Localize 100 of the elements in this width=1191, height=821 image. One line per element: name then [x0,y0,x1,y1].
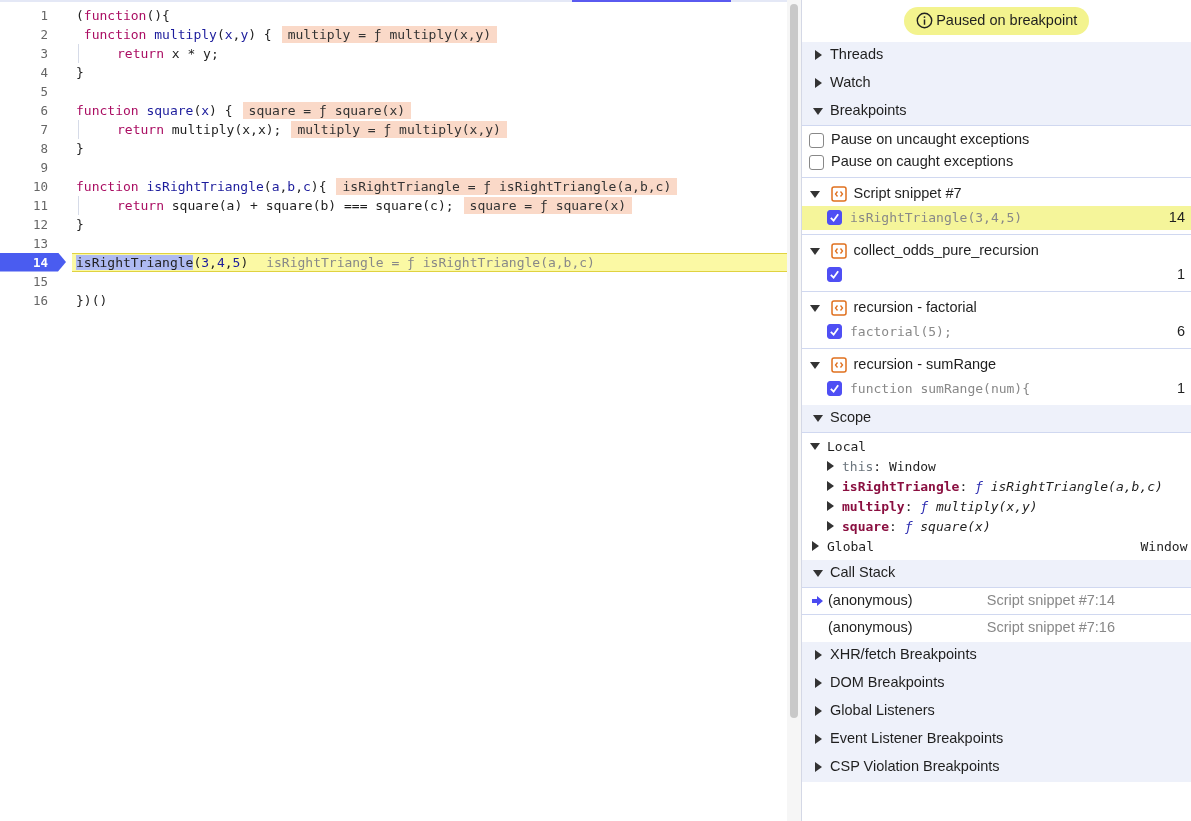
disclosure-triangle-icon[interactable] [812,49,824,62]
inline-value: isRightTriangle = ƒ isRightTriangle(a,b,c) [265,253,596,271]
line-number: 12 [31,215,49,234]
scope-value: Window [1140,537,1188,556]
script-file-icon [830,185,847,202]
info-icon [915,12,933,30]
disclosure-triangle-icon[interactable] [809,540,821,553]
section-header[interactable]: Call Stack [802,559,1191,588]
disclosure-triangle-icon[interactable] [812,77,824,90]
section-header[interactable]: Scope [802,404,1191,433]
section-title: Scope [830,408,872,428]
script-file-icon [830,356,847,373]
inline-value: isRightTriangle = ƒ isRightTriangle(a,b,c) [336,177,678,195]
code-line: return multiply(x,x); [117,120,282,139]
code-line: (function(){ [76,6,170,25]
frame-name: (anonymous) [828,618,913,638]
line-number: 7 [39,120,49,139]
line-number: 11 [31,196,49,215]
disclosure-triangle-icon[interactable] [824,480,836,493]
scope-variable[interactable]: square: ƒ square(x) [842,516,991,536]
disclosure-triangle-icon[interactable] [812,705,824,718]
inline-value: multiply = ƒ multiply(x,y) [281,25,498,43]
scope-variable[interactable]: this: Window [842,456,936,476]
section-title: Breakpoints [830,101,907,121]
line-number: 8 [39,139,49,158]
section-header[interactable]: Watch [802,69,1191,98]
frame-name: (anonymous) [828,590,913,610]
disclosure-triangle-icon[interactable] [824,500,836,513]
section-title: CSP Violation Breakpoints [830,757,1000,777]
script-file-icon [830,299,847,316]
section-title: Global Listeners [830,701,935,721]
code-line: function multiply(x,y) { [82,25,272,44]
file-name: recursion - factorial [853,297,977,317]
file-name: recursion - sumRange [853,354,997,374]
inline-value: multiply = ƒ multiply(x,y) [291,120,507,138]
section-header[interactable]: CSP Violation Breakpoints [802,753,1191,782]
line-number: 9 [39,158,49,177]
section-title: XHR/fetch Breakpoints [830,645,977,665]
section-title: Event Listener Breakpoints [830,729,1004,749]
checkbox[interactable] [809,154,824,170]
call-frame[interactable]: (anonymous) Script snippet #7:16 [802,614,1191,642]
code-line: function isRightTriangle(a,b,c){ [76,177,327,196]
line-number: 2 [39,25,49,44]
section-header[interactable]: XHR/fetch Breakpoints [802,641,1191,670]
breakpoint-code: function sumRange(num){ [850,380,1031,398]
disclosure-triangle-icon[interactable] [812,761,824,774]
checkbox[interactable] [827,267,842,283]
code-line: return x * y; [117,44,219,63]
call-frame[interactable]: (anonymous) Script snippet #7:14 [802,587,1191,615]
line-number: 1 [1176,378,1185,398]
frame-location: Script snippet #7:16 [986,618,1115,638]
inline-value: square = ƒ square(x) [242,101,412,119]
breakpoint-item[interactable]: factorial(5); 6 [802,319,1191,344]
code-line: function square(x) { [76,101,233,120]
checkbox[interactable] [827,381,842,397]
checkbox[interactable] [809,132,824,148]
scope-variable[interactable]: multiply: ƒ multiply(x,y) [842,496,1038,516]
line-number: 10 [31,177,49,196]
checkbox[interactable] [827,324,842,340]
option-label: Pause on caught exceptions [831,152,1014,172]
file-name: Script snippet #7 [853,183,962,203]
code-line: })() [76,291,108,310]
scrollbar-thumb[interactable] [790,4,798,718]
line-number: 1 [39,6,49,25]
breakpoint-code: factorial(5); [850,323,953,341]
code-line: } [76,215,84,234]
section-title: DOM Breakpoints [830,673,945,693]
section-header[interactable]: Global Listeners [802,697,1191,726]
line-number: 13 [31,234,49,253]
checkbox[interactable] [827,210,842,226]
section-header[interactable]: Event Listener Breakpoints [802,725,1191,754]
file-name: collect_odds_pure_recursion [853,240,1039,260]
breakpoint-item[interactable]: function sumRange(num){ 1 [802,376,1191,401]
current-frame-arrow-icon [812,594,824,607]
inline-value: square = ƒ square(x) [463,196,633,214]
breakpoint-item[interactable]: isRightTriangle(3,4,5) 14 [802,205,1191,230]
section-title: Call Stack [830,563,896,583]
code-line: isRightTriangle(3,4,5) [76,253,249,272]
disclosure-triangle-icon[interactable] [812,733,824,746]
code-line: } [76,63,84,82]
scope-variable[interactable]: isRightTriangle: ƒ isRightTriangle(a,b,c) [842,476,1163,496]
line-number: 16 [31,291,49,310]
line-number: 6 [1176,321,1185,341]
section-header[interactable]: DOM Breakpoints [802,669,1191,698]
section-header[interactable]: Breakpoints [802,97,1191,126]
scope-name: Global [827,537,874,556]
code-line: return square(a) + square(b) === square(c); [117,196,454,215]
section-title: Watch [830,73,871,93]
option-label: Pause on uncaught exceptions [831,130,1030,150]
frame-location: Script snippet #7:14 [986,590,1115,610]
disclosure-triangle-icon[interactable] [812,677,824,690]
disclosure-triangle-icon[interactable] [824,520,836,533]
breakpoint-line-number[interactable]: 14 [0,252,66,272]
disclosure-triangle-icon[interactable] [812,649,824,662]
breakpoint-item[interactable]: 1 [802,262,1191,287]
section-header[interactable]: Threads [802,41,1191,70]
line-number: 3 [39,44,49,63]
code-line: } [76,139,84,158]
line-number: 15 [31,272,49,291]
disclosure-triangle-icon[interactable] [824,460,836,473]
